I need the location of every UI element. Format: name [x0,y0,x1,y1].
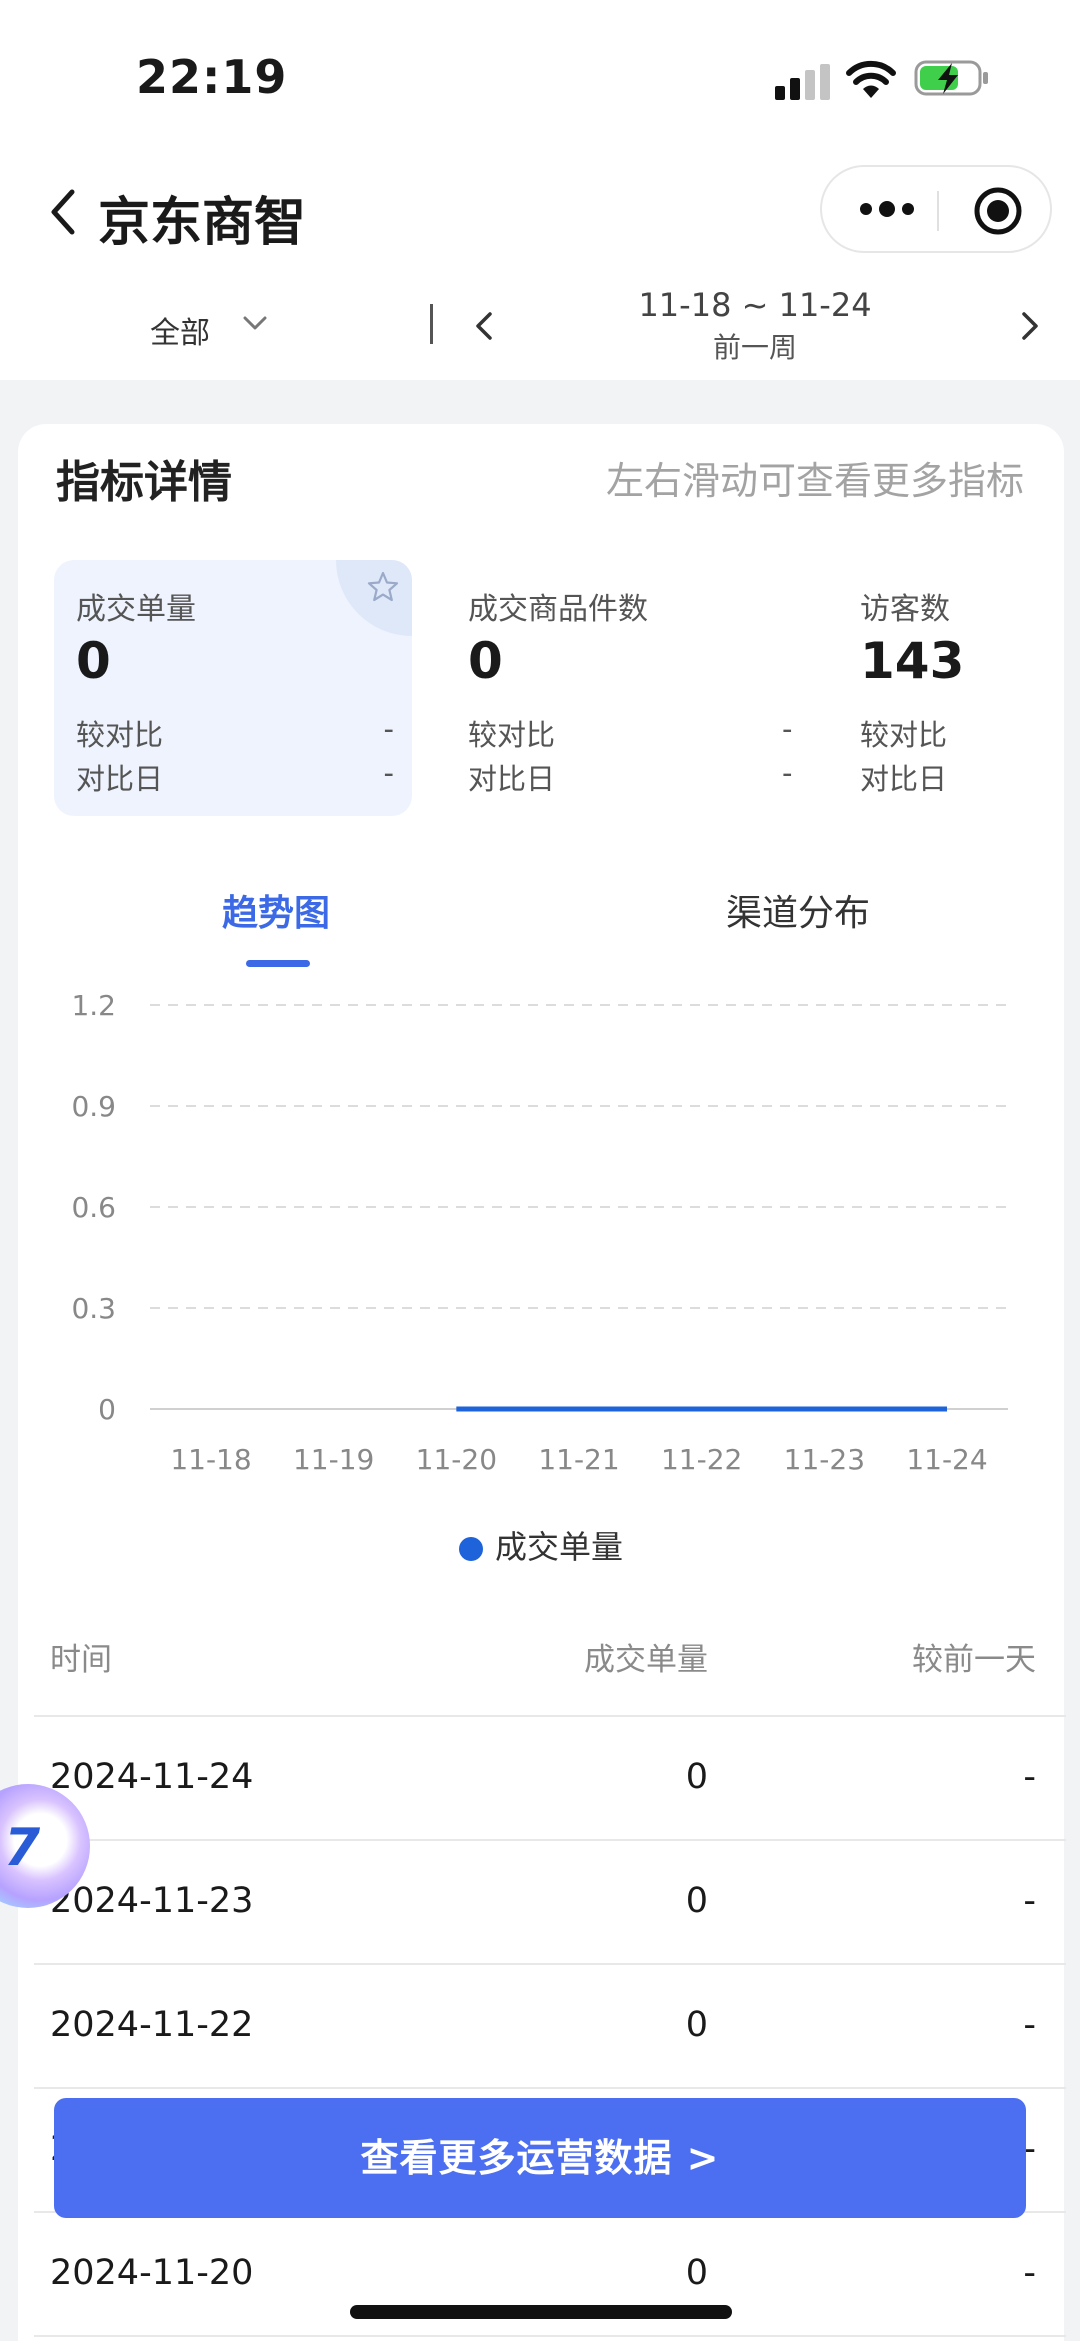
compare-label: 较对比 [76,718,164,752]
metric-detail-card: 指标详情 左右滑动可查看更多指标 成交单量 0 较对比 - 对比日 - 成交商品… [18,424,1066,2341]
row-vs-previous-day: - [1023,1757,1036,1797]
legend-label: 成交单量 [494,1528,623,1566]
y-tick-label: 1.2 [71,989,116,1022]
metric-order-count[interactable]: 成交单量 0 较对比 - 对比日 - [54,560,412,816]
row-date: 2024-11-23 [50,1881,254,1921]
metric-visitor-count[interactable]: 访客数 143 较对比 对比日 [838,560,1064,816]
capsule-divider [937,191,939,231]
row-vs-previous-day: - [1023,2005,1036,2045]
chart-legend: 成交单量 [18,1522,1064,1568]
next-period-icon[interactable] [1018,308,1042,344]
compare-date-label: 对比日 [860,762,948,796]
table-header: 时间 成交单量 较前一天 [18,1634,1064,1688]
x-tick-label: 11-18 [170,1443,251,1476]
status-time: 22:19 [136,50,288,104]
compare-label: 较对比 [468,718,556,752]
table-divider [34,2335,1066,2337]
compare-value: - [383,712,394,746]
mini-program-capsule [820,165,1052,253]
column-header-time: 时间 [50,1642,112,1678]
compare-label: 较对比 [860,718,948,752]
date-range[interactable]: 11-18 ~ 11-24 [600,286,910,324]
legend-marker [458,1537,483,1561]
compare-date-label: 对比日 [76,762,164,796]
wifi-icon [846,60,896,98]
metric-label: 成交商品件数 [468,592,648,627]
y-tick-label: 0.6 [71,1191,116,1224]
filter-divider [430,304,433,344]
row-order-count: 0 [685,2005,708,2045]
compare-value: - [782,712,793,746]
scope-dropdown-label[interactable]: 全部 [150,308,210,352]
table-row: 2024-11-23 0 - [18,1841,1064,1965]
compare-date-value: - [782,756,793,790]
swipe-hint: 左右滑动可查看更多指标 [605,459,1024,503]
period-label: 前一周 [712,331,797,364]
chevron-down-icon[interactable] [240,310,270,336]
row-date: 2024-11-20 [50,2253,254,2293]
previous-period-icon[interactable] [472,308,496,344]
navigation-bar: 京东商智 [0,160,1080,280]
page: 22:19 京东商智 全部 11-18 ~ 11-24 前一周 指标详情 左右滑… [0,0,1080,2341]
view-more-data-button[interactable]: 查看更多运营数据 > [54,2098,1026,2218]
row-order-count: 0 [685,1757,708,1797]
table-row: 2024-11-24 0 - [18,1717,1064,1841]
x-tick-label: 11-22 [661,1443,742,1476]
metric-label: 成交单量 [76,592,196,627]
star-icon[interactable] [366,570,400,604]
app-title: 京东商智 [98,193,307,253]
active-tab-indicator [246,960,310,967]
row-date: 2024-11-22 [50,2005,254,2045]
tab-trend-chart[interactable]: 趋势图 [222,884,330,936]
row-date: 2024-11-24 [50,1757,254,1797]
trend-chart: 1.2 0.9 0.6 0.3 0 11-18 11-19 11-20 11-21 11-22 11… [71,989,1008,1476]
column-header-order-count: 成交单量 [584,1642,708,1678]
back-arrow-icon[interactable] [42,182,86,242]
compare-date-label: 对比日 [468,762,556,796]
home-indicator [350,2305,732,2319]
status-bar: 22:19 [0,0,1080,160]
card-title: 指标详情 [56,457,232,508]
filter-row: 全部 11-18 ~ 11-24 前一周 [0,280,1080,380]
metric-item-count[interactable]: 成交商品件数 0 较对比 - 对比日 - [446,560,806,816]
star-badge [336,560,412,636]
metric-label: 访客数 [860,592,950,627]
metric-value: 143 [860,632,965,690]
x-tick-label: 11-20 [416,1443,497,1476]
compare-date-value: - [383,756,394,790]
cellular-signal-icon [775,64,831,100]
row-vs-previous-day: - [1023,1881,1036,1921]
close-mini-program-icon[interactable] [972,185,1024,237]
x-tick-label: 11-23 [784,1443,865,1476]
metric-value: 0 [468,632,503,690]
more-options-icon[interactable] [852,189,922,229]
y-tick-label: 0 [98,1393,116,1426]
tab-channel-distribution[interactable]: 渠道分布 [726,884,870,936]
row-vs-previous-day: - [1023,2253,1036,2293]
assistant-logo-icon: 7 [4,1818,41,1878]
table-row: 2024-11-22 0 - [18,1965,1064,2089]
x-tick-label: 11-24 [906,1443,987,1476]
row-order-count: 0 [685,1881,708,1921]
battery-charging-icon [914,60,988,96]
x-tick-label: 11-19 [293,1443,374,1476]
row-order-count: 0 [685,2253,708,2293]
y-tick-label: 0.9 [71,1090,116,1123]
metric-value: 0 [76,632,111,690]
y-tick-label: 0.3 [71,1292,116,1325]
column-header-vs-previous-day: 较前一天 [912,1642,1036,1678]
x-tick-label: 11-21 [538,1443,619,1476]
